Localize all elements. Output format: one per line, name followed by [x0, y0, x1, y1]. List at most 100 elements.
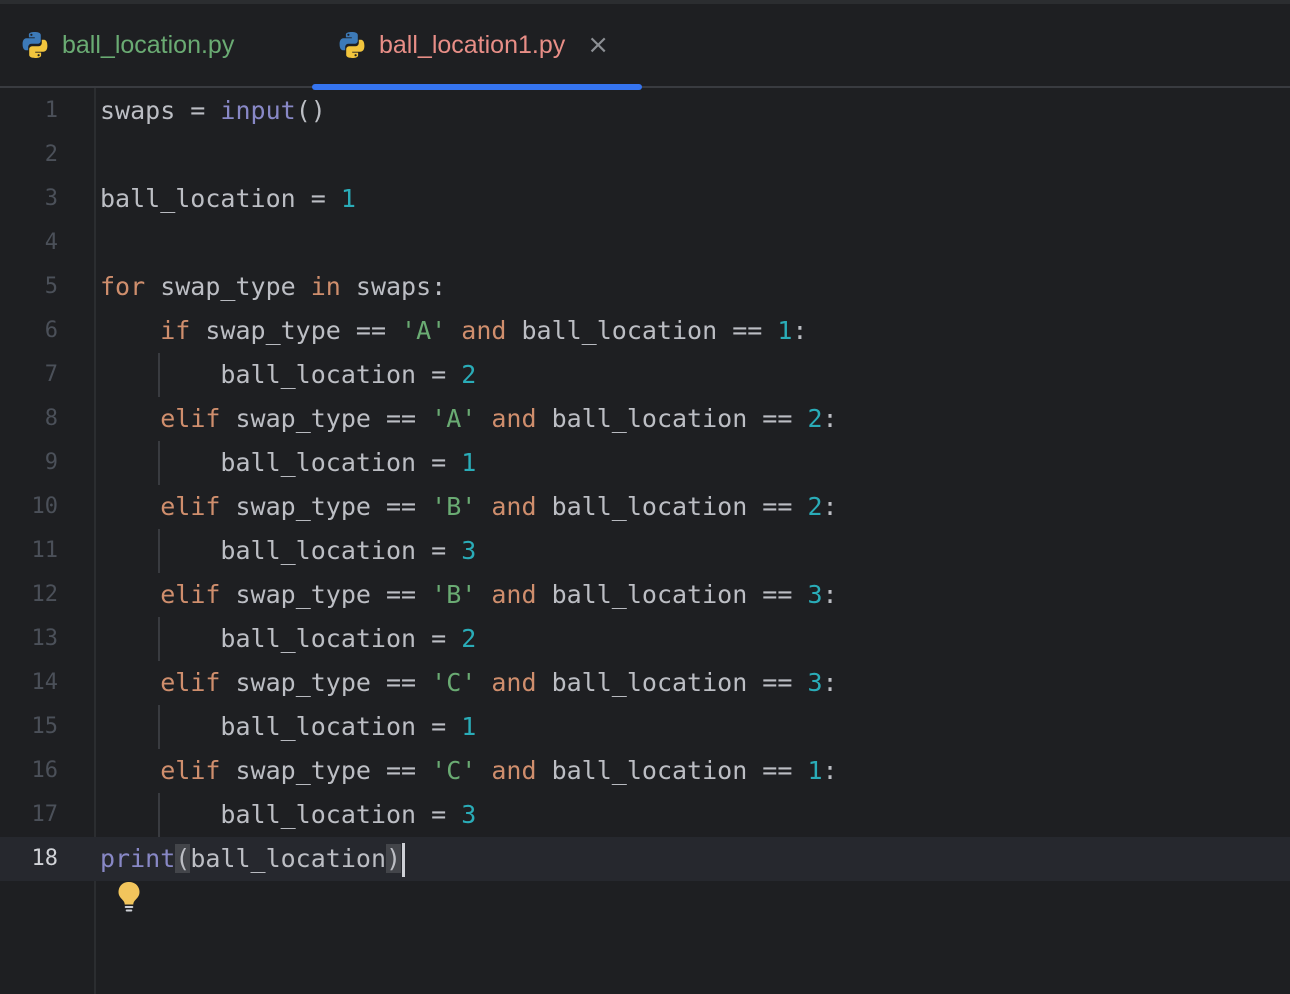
lightbulb-icon[interactable]: [116, 881, 142, 913]
code-line[interactable]: 3 ball_location = 1: [0, 177, 1290, 221]
code-token: and: [491, 756, 537, 785]
line-number: 12: [31, 582, 59, 607]
code-line[interactable]: 18 print(ball_location): [0, 837, 1290, 881]
code-token: :: [792, 316, 808, 345]
code-token: swap_type ==: [220, 492, 432, 521]
code-token: ball_location =: [100, 624, 462, 653]
code-line[interactable]: 16 elif swap_type == 'C' and ball_locati…: [0, 749, 1290, 793]
code-token: (): [295, 96, 326, 125]
code-token: in: [310, 272, 341, 301]
code-editor[interactable]: 1 swaps = input() 2 3 ball_location = 1 4 5 for…: [0, 88, 1290, 994]
code-line[interactable]: 12 elif swap_type == 'B' and ball_locati…: [0, 573, 1290, 617]
code-token: swaps:: [340, 272, 447, 301]
code-token: 1: [340, 184, 356, 213]
code-line[interactable]: 15 ball_location = 1: [0, 705, 1290, 749]
line-number: 14: [31, 670, 59, 695]
code-token: and: [491, 492, 537, 521]
line-number: 4: [44, 230, 58, 255]
code-token: elif: [160, 580, 221, 609]
code-line[interactable]: 2: [0, 133, 1290, 177]
code-text: ball_location = 2: [100, 353, 476, 397]
code-line[interactable]: 4: [0, 221, 1290, 265]
code-line[interactable]: 11 ball_location = 3: [0, 529, 1290, 573]
code-token: 2: [461, 624, 477, 653]
code-token: ball_location =: [100, 360, 462, 389]
code-token: 'C': [431, 756, 477, 785]
code-token: for: [100, 272, 146, 301]
line-number: 11: [31, 538, 59, 563]
code-text: ball_location = 3: [100, 793, 476, 837]
code-token: swap_type ==: [220, 668, 432, 697]
code-token: 1: [461, 712, 477, 741]
code-token: 1: [807, 756, 823, 785]
tab-ball-location[interactable]: ball_location.py: [20, 4, 234, 86]
code-text: for swap_type in swaps:: [100, 265, 446, 309]
line-number: 5: [44, 274, 58, 299]
code-token: elif: [160, 756, 221, 785]
code-line[interactable]: 6 if swap_type == 'A' and ball_location …: [0, 309, 1290, 353]
line-number: 2: [44, 142, 58, 167]
code-text: if swap_type == 'A' and ball_location ==…: [100, 309, 807, 353]
code-token: if: [160, 316, 191, 345]
text-caret: [402, 843, 406, 877]
code-token: 'A': [401, 316, 447, 345]
code-line[interactable]: 10 elif swap_type == 'B' and ball_locati…: [0, 485, 1290, 529]
code-line[interactable]: 7 ball_location = 2: [0, 353, 1290, 397]
code-token: :: [822, 756, 838, 785]
code-line[interactable]: 1 swaps = input(): [0, 89, 1290, 133]
code-line[interactable]: 17 ball_location = 3: [0, 793, 1290, 837]
python-icon: [22, 32, 48, 58]
code-line[interactable]: 14 elif swap_type == 'C' and ball_locati…: [0, 661, 1290, 705]
code-line[interactable]: 5 for swap_type in swaps:: [0, 265, 1290, 309]
close-icon[interactable]: ×: [587, 32, 609, 58]
code-token: :: [822, 580, 838, 609]
code-token: 1: [461, 448, 477, 477]
code-text: elif swap_type == 'B' and ball_location …: [100, 573, 838, 617]
code-text: ball_location = 1: [100, 177, 356, 221]
tab-label: ball_location1.py: [379, 30, 566, 59]
code-token: :: [822, 404, 838, 433]
code-line[interactable]: 9 ball_location = 1: [0, 441, 1290, 485]
code-token: and: [491, 668, 537, 697]
code-token: swap_type ==: [190, 316, 402, 345]
line-number: 8: [44, 406, 58, 431]
code-token: 2: [807, 404, 823, 433]
code-token: swaps =: [100, 96, 221, 125]
code-token: ball_location =: [100, 448, 462, 477]
line-number: 3: [44, 186, 58, 211]
code-token: 'C': [431, 668, 477, 697]
code-token: ): [386, 844, 402, 873]
tab-label: ball_location.py: [62, 30, 235, 59]
code-token: input: [220, 96, 296, 125]
code-token: 'A': [431, 404, 477, 433]
code-line[interactable]: 8 elif swap_type == 'A' and ball_locatio…: [0, 397, 1290, 441]
code-token: 'B': [431, 580, 477, 609]
code-text: elif swap_type == 'A' and ball_location …: [100, 397, 838, 441]
code-line[interactable]: 13 ball_location = 2: [0, 617, 1290, 661]
code-token: 3: [461, 536, 477, 565]
line-number: 13: [31, 626, 59, 651]
code-token: ball_location ==: [506, 316, 778, 345]
code-text: ball_location = 1: [100, 705, 476, 749]
code-text: ball_location = 1: [100, 441, 476, 485]
code-token: ball_location ==: [536, 668, 808, 697]
line-number: 18: [31, 846, 59, 871]
code-text: print(ball_location): [100, 837, 406, 881]
code-token: swap_type ==: [220, 756, 432, 785]
code-token: 3: [807, 668, 823, 697]
tab-ball-location1[interactable]: ball_location1.py ×: [337, 4, 609, 86]
code-token: ball_location: [190, 844, 386, 873]
code-token: elif: [160, 668, 221, 697]
code-token: ball_location =: [100, 184, 341, 213]
line-number: 16: [31, 758, 59, 783]
ide-window: ball_location.py ball_location1.py × 1 sw…: [0, 0, 1290, 994]
